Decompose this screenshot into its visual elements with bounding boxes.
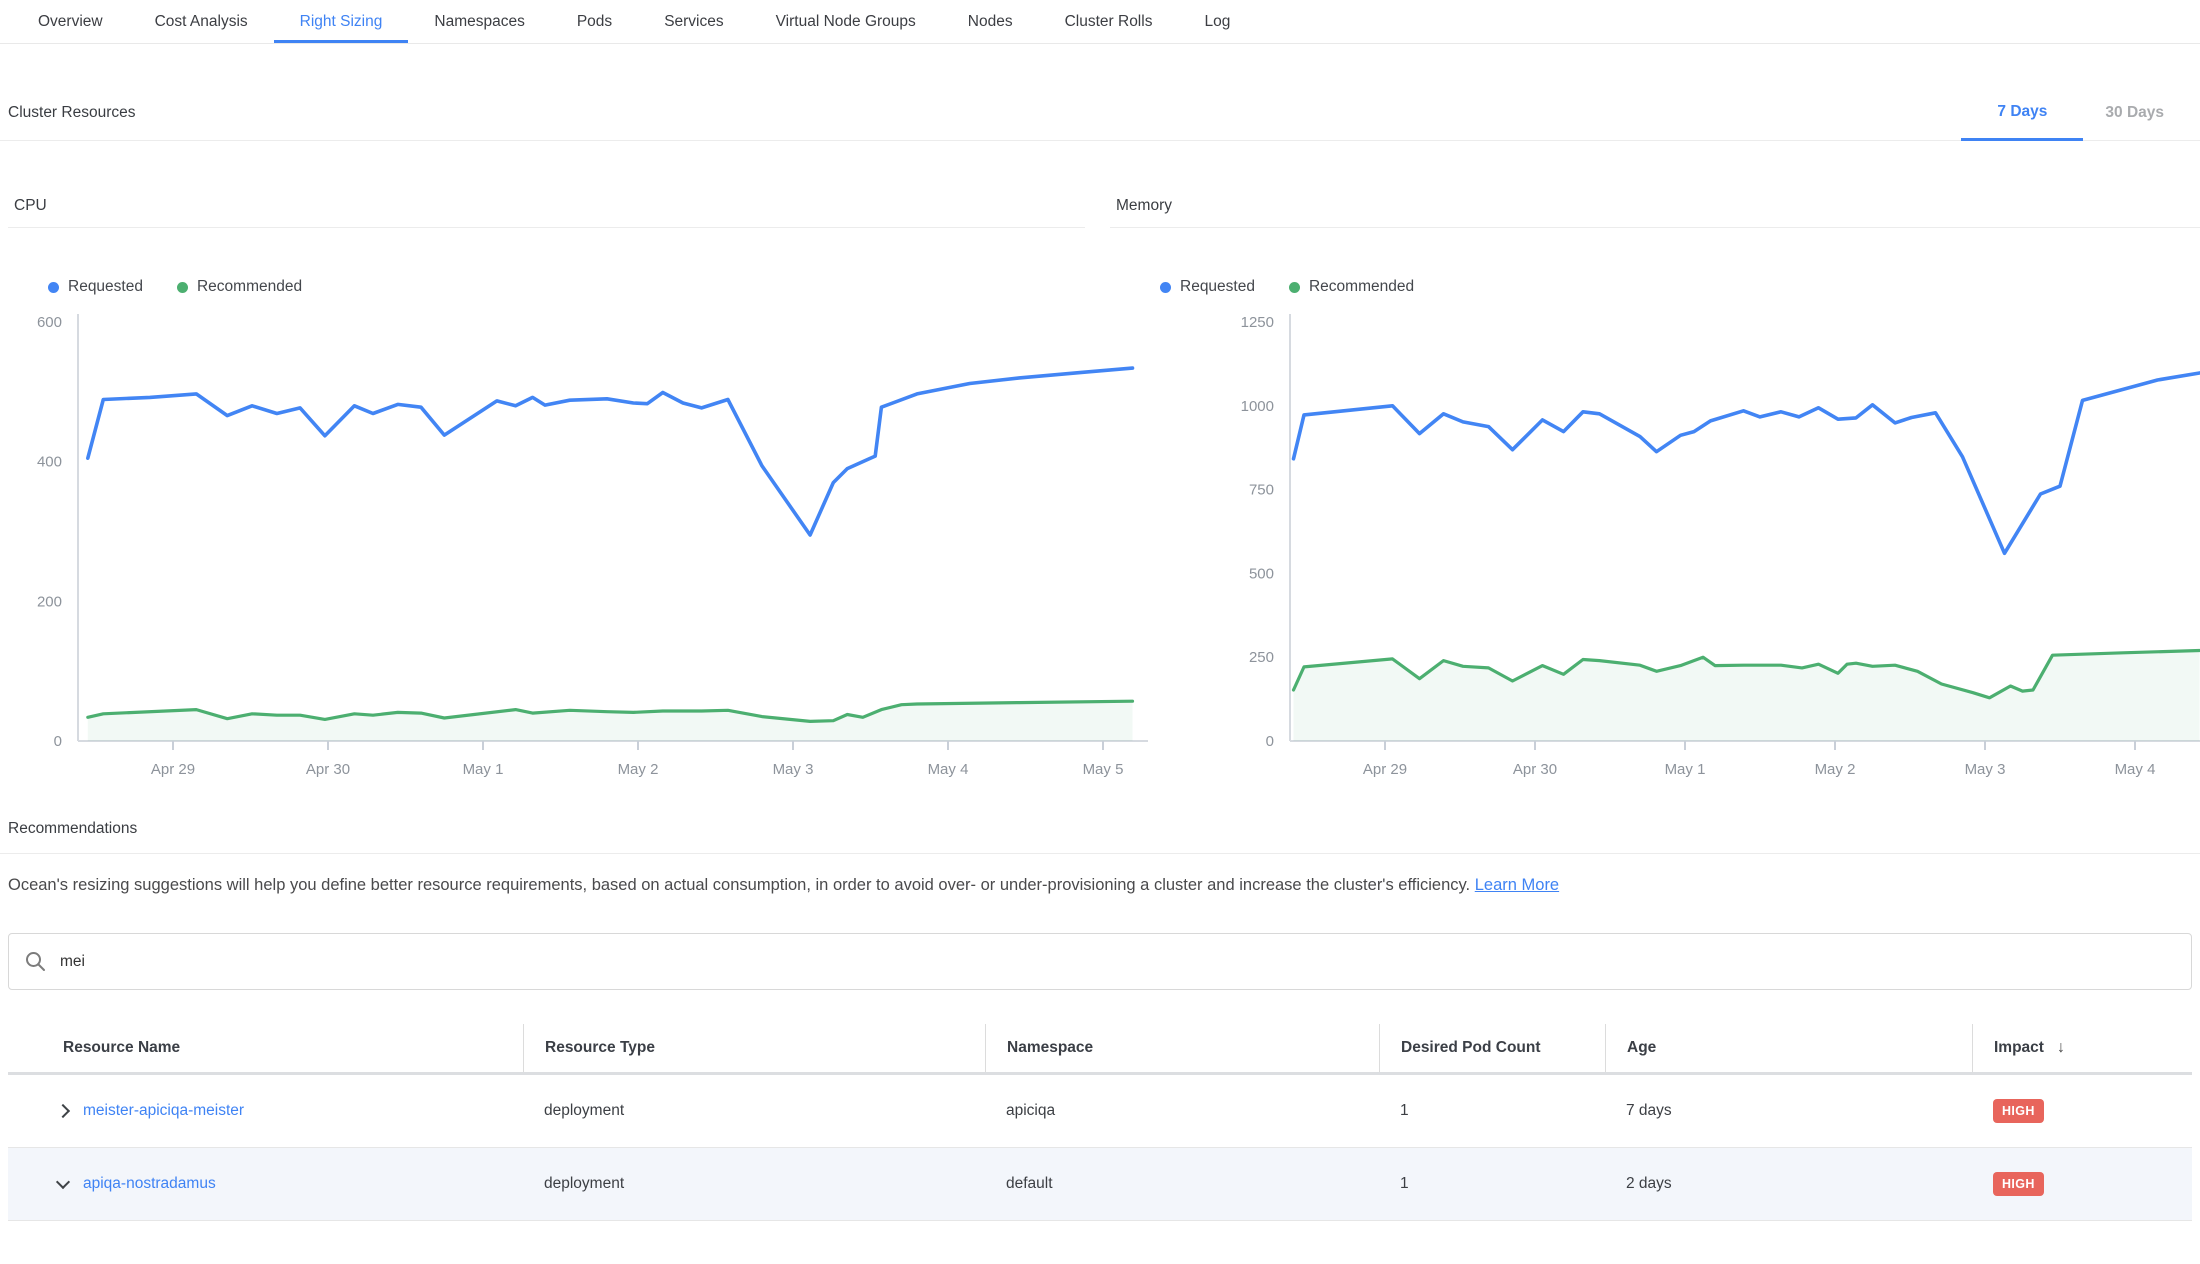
svg-text:1250: 1250 bbox=[1241, 314, 1274, 331]
svg-text:May 1: May 1 bbox=[1665, 761, 1706, 778]
cell-desired-pod-count: 1 bbox=[1379, 1102, 1605, 1120]
memory-legend: Requested Recommended bbox=[1160, 278, 2200, 296]
memory-line-chart: 0 250 500 750 1000 1250 Apr 29 Apr 30 May 1 May 2… bbox=[1110, 306, 2200, 776]
requested-series-dot-icon bbox=[48, 282, 59, 293]
sort-descending-icon[interactable]: ↓ bbox=[2057, 1039, 2065, 1057]
table-row[interactable]: meister-apiciqa-meister deploymentapiciqa… bbox=[8, 1075, 2192, 1148]
recommendations-table: Resource Name Resource Type Namespace Desir… bbox=[8, 1024, 2192, 1221]
chevron-down-icon[interactable] bbox=[56, 1174, 70, 1188]
table-row[interactable]: apiqa-nostradamus deploymentdefault12 day… bbox=[8, 1148, 2192, 1221]
impact-badge: HIGH bbox=[1993, 1099, 2044, 1123]
column-header-resource-name[interactable]: Resource Name bbox=[8, 1024, 523, 1072]
column-header-label: Desired Pod Count bbox=[1401, 1039, 1541, 1057]
tab-cluster-rolls[interactable]: Cluster Rolls bbox=[1039, 0, 1179, 43]
memory-chart-title: Memory bbox=[1110, 185, 2200, 228]
resource-name-link[interactable]: meister-apiciqa-meister bbox=[83, 1102, 244, 1120]
tab-cost-analysis[interactable]: Cost Analysis bbox=[129, 0, 274, 43]
requested-series-dot-icon bbox=[1160, 282, 1171, 293]
cpu-line-chart: 0 200 400 600 Apr 29 Apr 30 May 1 May 2 May 3 May… bbox=[8, 306, 1148, 776]
cell-age: 2 days bbox=[1605, 1175, 1972, 1193]
column-header-label: Resource Name bbox=[63, 1039, 180, 1057]
memory-panel: Memory Requested Recommended 0 250 500 750 1… bbox=[1110, 185, 2200, 776]
svg-text:Apr 30: Apr 30 bbox=[1513, 761, 1557, 778]
cpu-legend-requested[interactable]: Requested bbox=[48, 278, 143, 296]
recommended-series-dot-icon bbox=[1289, 282, 1300, 293]
tab-right-sizing[interactable]: Right Sizing bbox=[274, 0, 409, 43]
tab-namespaces[interactable]: Namespaces bbox=[408, 0, 550, 43]
cpu-chart-title: CPU bbox=[8, 185, 1085, 228]
recommendations-description: Ocean's resizing suggestions will help y… bbox=[0, 876, 2200, 895]
range-30-days-tab[interactable]: 30 Days bbox=[2083, 86, 2186, 140]
cpu-panel: CPU Requested Recommended 0 200 400 600 Apr … bbox=[8, 185, 1085, 776]
svg-text:1000: 1000 bbox=[1241, 398, 1274, 415]
tab-pods[interactable]: Pods bbox=[551, 0, 638, 43]
svg-text:400: 400 bbox=[37, 454, 62, 471]
recommended-series-dot-icon bbox=[177, 282, 188, 293]
table-body: meister-apiciqa-meisterdeploymentapiciqa… bbox=[8, 1075, 2192, 1221]
column-header-namespace[interactable]: Namespace bbox=[985, 1024, 1379, 1072]
svg-text:200: 200 bbox=[37, 593, 62, 610]
column-header-label: Age bbox=[1627, 1039, 1656, 1057]
cell-desired-pod-count: 1 bbox=[1379, 1175, 1605, 1193]
chevron-right-icon[interactable] bbox=[56, 1104, 70, 1118]
resource-name-link[interactable]: apiqa-nostradamus bbox=[83, 1175, 216, 1193]
svg-text:600: 600 bbox=[37, 314, 62, 331]
svg-text:May 4: May 4 bbox=[2115, 761, 2156, 778]
learn-more-link[interactable]: Learn More bbox=[1475, 876, 1559, 894]
range-7-days-tab[interactable]: 7 Days bbox=[1961, 86, 2083, 141]
legend-label: Recommended bbox=[1309, 278, 1414, 296]
column-header-label: Impact bbox=[1994, 1039, 2044, 1057]
cell-namespace: default bbox=[985, 1175, 1379, 1193]
svg-text:May 3: May 3 bbox=[773, 761, 814, 778]
svg-text:May 2: May 2 bbox=[618, 761, 659, 778]
cell-namespace: apiciqa bbox=[985, 1102, 1379, 1120]
memory-legend-requested[interactable]: Requested bbox=[1160, 278, 1255, 296]
svg-text:Apr 29: Apr 29 bbox=[1363, 761, 1407, 778]
tab-log[interactable]: Log bbox=[1178, 0, 1256, 43]
search-input[interactable] bbox=[60, 953, 2175, 971]
tab-virtual-node-groups[interactable]: Virtual Node Groups bbox=[750, 0, 942, 43]
svg-text:0: 0 bbox=[1266, 733, 1274, 750]
cpu-legend: Requested Recommended bbox=[48, 278, 1085, 296]
cpu-legend-recommended[interactable]: Recommended bbox=[177, 278, 302, 296]
search-icon bbox=[25, 951, 46, 972]
svg-text:Apr 30: Apr 30 bbox=[306, 761, 350, 778]
recommendations-description-text: Ocean's resizing suggestions will help y… bbox=[8, 876, 1475, 894]
top-tab-bar: OverviewCost AnalysisRight SizingNamespa… bbox=[0, 0, 2200, 44]
cell-resource-type: deployment bbox=[523, 1175, 985, 1193]
recommendations-search[interactable] bbox=[8, 933, 2192, 990]
charts-section: CPU Requested Recommended 0 200 400 600 Apr … bbox=[0, 185, 2200, 776]
memory-legend-recommended[interactable]: Recommended bbox=[1289, 278, 1414, 296]
svg-text:Apr 29: Apr 29 bbox=[151, 761, 195, 778]
column-header-age[interactable]: Age bbox=[1605, 1024, 1972, 1072]
column-header-label: Namespace bbox=[1007, 1039, 1093, 1057]
tab-overview[interactable]: Overview bbox=[12, 0, 129, 43]
legend-label: Recommended bbox=[197, 278, 302, 296]
tab-services[interactable]: Services bbox=[638, 0, 749, 43]
svg-text:0: 0 bbox=[54, 733, 62, 750]
column-header-label: Resource Type bbox=[545, 1039, 655, 1057]
svg-text:250: 250 bbox=[1249, 649, 1274, 666]
svg-text:May 1: May 1 bbox=[463, 761, 504, 778]
svg-text:May 2: May 2 bbox=[1815, 761, 1856, 778]
svg-text:500: 500 bbox=[1249, 565, 1274, 582]
legend-label: Requested bbox=[68, 278, 143, 296]
recommendations-title: Recommendations bbox=[0, 804, 2200, 854]
cluster-resources-title: Cluster Resources bbox=[0, 86, 136, 140]
column-header-desired-pod-count[interactable]: Desired Pod Count bbox=[1379, 1024, 1605, 1072]
column-header-impact[interactable]: Impact ↓ bbox=[1972, 1024, 2192, 1072]
cluster-resources-header: Cluster Resources 7 Days 30 Days bbox=[0, 86, 2200, 141]
tab-nodes[interactable]: Nodes bbox=[942, 0, 1039, 43]
table-header-row: Resource Name Resource Type Namespace Desir… bbox=[8, 1024, 2192, 1075]
svg-text:May 4: May 4 bbox=[928, 761, 969, 778]
time-range-toggle: 7 Days 30 Days bbox=[1961, 86, 2200, 140]
legend-label: Requested bbox=[1180, 278, 1255, 296]
impact-badge: HIGH bbox=[1993, 1172, 2044, 1196]
svg-text:750: 750 bbox=[1249, 482, 1274, 499]
column-header-resource-type[interactable]: Resource Type bbox=[523, 1024, 985, 1072]
svg-text:May 3: May 3 bbox=[1965, 761, 2006, 778]
cell-age: 7 days bbox=[1605, 1102, 1972, 1120]
cell-resource-type: deployment bbox=[523, 1102, 985, 1120]
